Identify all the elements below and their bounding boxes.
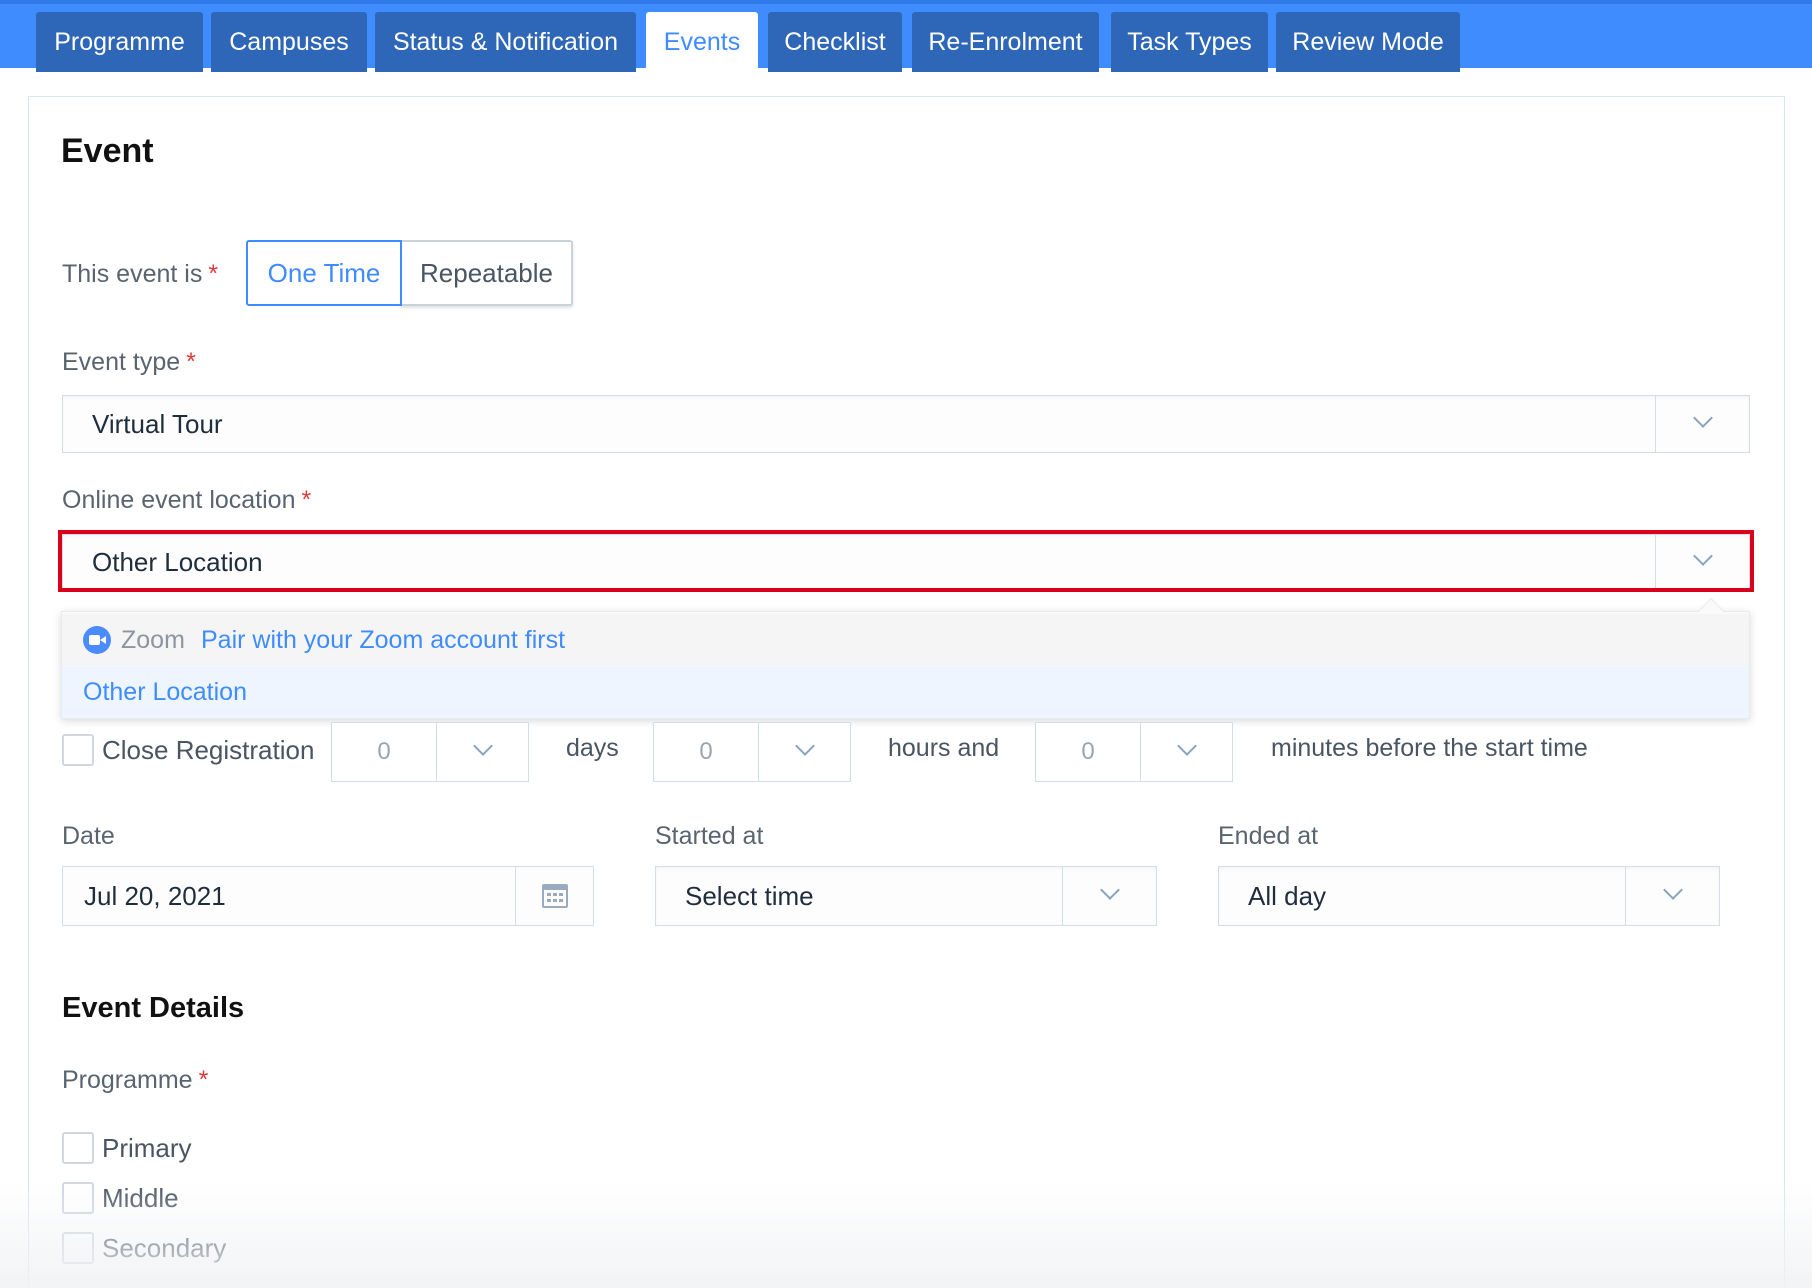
event-type-label-text: Event type (62, 348, 181, 376)
event-type-select[interactable]: Virtual Tour (62, 395, 1750, 453)
required-mark: * (198, 1066, 209, 1094)
minutes-unit: minutes before the start time (1271, 734, 1588, 762)
ended-at-select[interactable]: All day (1218, 866, 1720, 926)
hours-value: 0 (699, 738, 713, 765)
tab-campuses[interactable]: Campuses (211, 12, 367, 72)
programme-checkbox-primary[interactable] (62, 1132, 94, 1164)
section-title: Event (61, 132, 154, 170)
calendar-button[interactable] (515, 867, 593, 925)
tab-status-notification[interactable]: Status & Notification (375, 12, 636, 72)
repeatable-button[interactable]: Repeatable (400, 240, 573, 306)
started-at-select[interactable]: Select time (655, 866, 1157, 926)
date-input[interactable]: Jul 20, 2021 (62, 866, 594, 926)
minutes-value: 0 (1081, 738, 1095, 765)
started-at-label: Started at (655, 822, 764, 850)
chevron-down-icon (1693, 408, 1713, 428)
event-type-value: Virtual Tour (92, 409, 223, 439)
chevron-down-icon (1177, 736, 1197, 756)
close-registration-label: Close Registration (102, 735, 315, 765)
zoom-icon (83, 626, 111, 654)
days-caret[interactable] (436, 723, 529, 781)
minutes-caret[interactable] (1140, 723, 1233, 781)
tab-review-mode[interactable]: Review Mode (1276, 12, 1460, 72)
programme-option-middle: Middle (102, 1183, 179, 1213)
programme-checkbox-middle[interactable] (62, 1182, 94, 1214)
one-time-button[interactable]: One Time (246, 240, 402, 306)
days-select[interactable]: 0 (331, 722, 529, 782)
ended-at-value: All day (1248, 881, 1327, 911)
tab-task-types[interactable]: Task Types (1111, 12, 1268, 72)
programme-label: Programme * (62, 1066, 208, 1095)
days-unit: days (566, 734, 619, 762)
ended-at-caret[interactable] (1625, 867, 1719, 925)
programme-option-secondary: Secondary (102, 1233, 227, 1263)
location-dropdown-menu: Zoom Pair with your Zoom account first O… (61, 597, 1750, 719)
minutes-select[interactable]: 0 (1035, 722, 1233, 782)
calendar-icon (542, 884, 568, 908)
tab-events[interactable]: Events (646, 12, 758, 72)
chevron-down-icon (1100, 880, 1120, 900)
event-kind-label: This event is * (62, 260, 218, 289)
chevron-down-icon (1663, 880, 1683, 900)
chevron-down-icon (473, 736, 493, 756)
required-mark: * (301, 486, 312, 514)
days-value: 0 (377, 738, 391, 765)
programme-label-text: Programme (62, 1066, 193, 1094)
hours-caret[interactable] (758, 723, 851, 781)
required-mark: * (208, 260, 219, 288)
dropdown-option-other-location[interactable]: Other Location (62, 666, 1749, 718)
hours-select[interactable]: 0 (653, 722, 851, 782)
event-details-title: Event Details (62, 992, 245, 1024)
top-tab-bar: Programme Campuses Status & Notification… (0, 0, 1812, 72)
close-registration-checkbox[interactable] (62, 734, 94, 766)
programme-option-primary: Primary (102, 1133, 192, 1163)
tab-re-enrolment[interactable]: Re-Enrolment (912, 12, 1099, 72)
date-value: Jul 20, 2021 (84, 881, 226, 911)
online-location-label: Online event location * (62, 486, 311, 515)
event-type-label: Event type * (62, 348, 196, 377)
highlight-box (58, 530, 1754, 592)
tab-programme[interactable]: Programme (36, 12, 203, 72)
zoom-option-name: Zoom (121, 626, 185, 654)
hours-unit: hours and (888, 734, 1000, 762)
chevron-down-icon (795, 736, 815, 756)
started-at-caret[interactable] (1062, 867, 1156, 925)
dropdown-option-zoom[interactable]: Zoom Pair with your Zoom account first (62, 614, 1749, 666)
event-type-caret[interactable] (1655, 396, 1749, 452)
pair-zoom-link[interactable]: Pair with your Zoom account first (201, 614, 565, 666)
programme-checkbox-secondary[interactable] (62, 1232, 94, 1264)
started-at-value: Select time (685, 881, 814, 911)
date-label: Date (62, 822, 115, 850)
ended-at-label: Ended at (1218, 822, 1319, 850)
online-location-label-text: Online event location (62, 486, 296, 514)
event-kind-label-text: This event is (62, 260, 203, 288)
required-mark: * (186, 348, 196, 376)
tab-checklist[interactable]: Checklist (768, 12, 902, 72)
